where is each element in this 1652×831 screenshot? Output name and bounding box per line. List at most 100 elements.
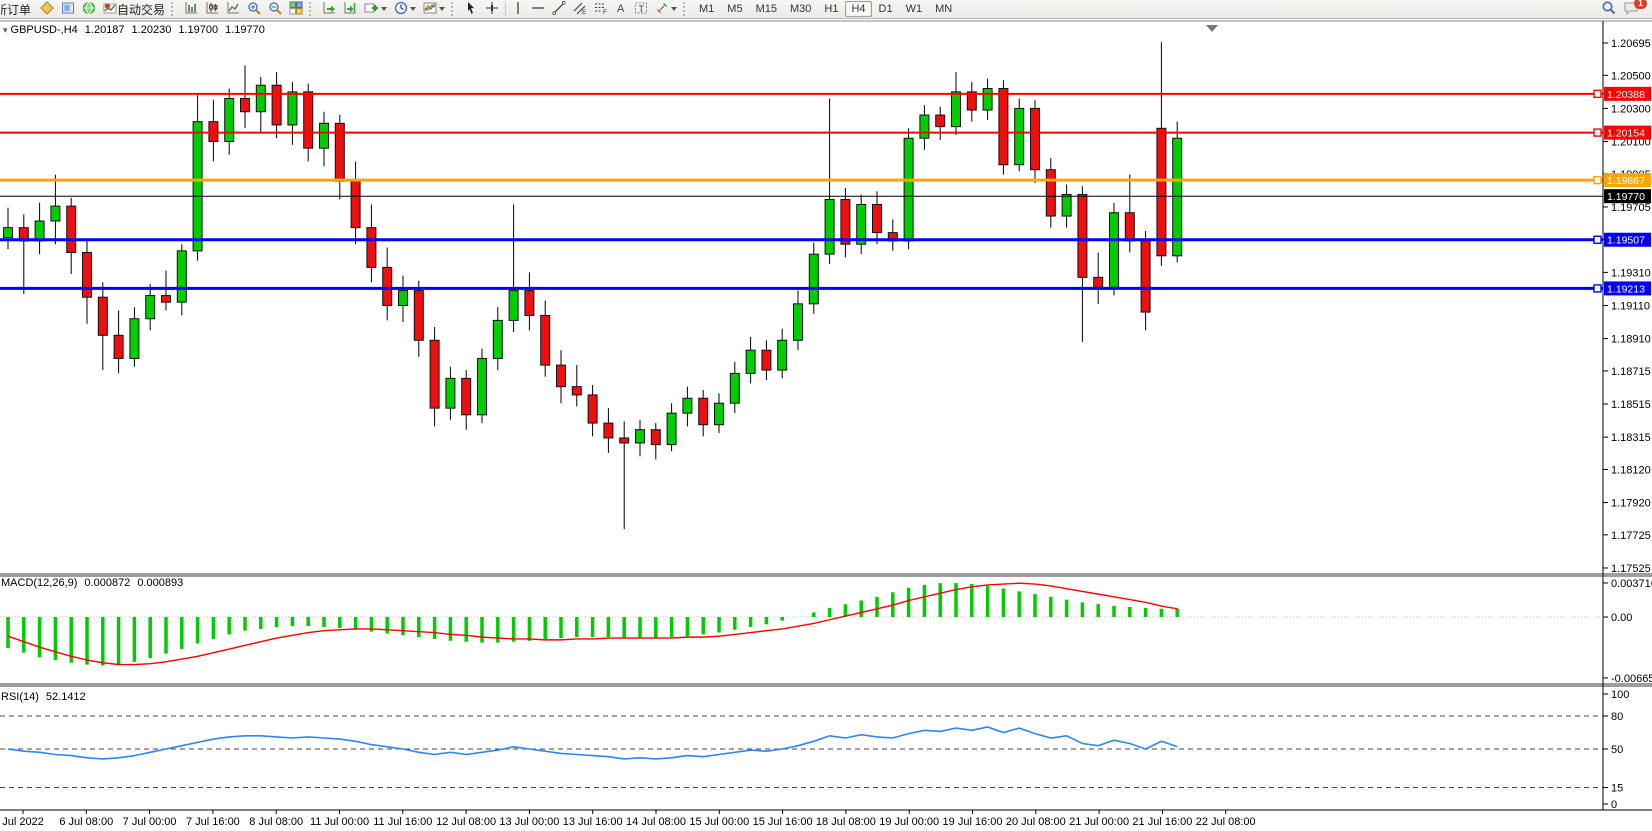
timeframe-m1-button[interactable]: M1	[693, 1, 720, 17]
toolbar-grip	[171, 2, 178, 16]
level-line-handle	[1594, 177, 1601, 184]
bull-candle	[683, 398, 692, 413]
metaeditor-button[interactable]	[37, 1, 57, 17]
indicators-button[interactable]	[420, 1, 448, 17]
candlesticks	[4, 42, 1182, 529]
ohlc-open: 1.20187	[85, 24, 125, 36]
svg-text:21 Jul 16:00: 21 Jul 16:00	[1132, 816, 1192, 828]
strategy-tester-button[interactable]	[79, 1, 99, 17]
rsi-line	[8, 727, 1177, 759]
vertical-line-button[interactable]	[509, 1, 527, 17]
new-chart-icon	[364, 1, 379, 18]
arrows-button[interactable]	[652, 1, 680, 17]
bear-candle	[367, 228, 376, 268]
new-chart-button[interactable]	[361, 1, 390, 17]
timeframe-m5-button[interactable]: M5	[721, 1, 748, 17]
bull-candle	[794, 304, 803, 340]
bull-candle	[1173, 138, 1182, 256]
date-axis[interactable]: Jul 20226 Jul 08:007 Jul 00:007 Jul 16:0…	[0, 810, 1652, 828]
timeframe-h1-button[interactable]: H1	[818, 1, 844, 17]
bear-candle	[414, 291, 423, 341]
rsi-indicator-label: RSI(14)52.1412	[1, 691, 86, 703]
chart-line-button[interactable]	[223, 1, 243, 17]
chart-shift-button[interactable]	[340, 1, 360, 17]
svg-text:1.18910: 1.18910	[1611, 334, 1651, 346]
macd-main-value: 0.000872	[84, 577, 130, 589]
chart-canvas[interactable]: 1.206951.205001.203001.201001.199051.197…	[0, 18, 1652, 831]
bull-candle	[320, 123, 329, 148]
zoom-out-button[interactable]	[265, 1, 285, 17]
chart-bars-button[interactable]	[181, 1, 201, 17]
bear-candle	[304, 92, 313, 148]
timeframe-m15-button[interactable]: M15	[750, 1, 783, 17]
bull-candle	[715, 403, 724, 425]
horizontal-level-lines[interactable]	[0, 90, 1603, 292]
vertical-line-icon	[512, 1, 524, 18]
bear-candle	[1046, 170, 1055, 216]
timeframe-mn-button[interactable]: MN	[929, 1, 958, 17]
timeframe-m30-button[interactable]: M30	[784, 1, 817, 17]
svg-text:1.19310: 1.19310	[1611, 267, 1651, 279]
text-label-button[interactable]: T	[631, 1, 651, 17]
level-line-handle	[1594, 285, 1601, 292]
bear-candle	[604, 423, 613, 438]
timeframe-h4-button[interactable]: H4	[845, 1, 871, 17]
bear-candle	[351, 181, 360, 227]
svg-text:-0.006657: -0.006657	[1611, 673, 1652, 685]
bull-candle	[493, 320, 502, 358]
bear-candle	[699, 398, 708, 424]
auto-scroll-button[interactable]	[319, 1, 339, 17]
svg-text:1.17920: 1.17920	[1611, 498, 1651, 510]
new-order-button[interactable]: 新订单	[0, 1, 36, 17]
svg-text:50: 50	[1611, 744, 1623, 756]
bull-candle	[51, 206, 60, 221]
svg-text:19 Jul 16:00: 19 Jul 16:00	[943, 816, 1003, 828]
channel-button[interactable]: E	[570, 1, 590, 17]
svg-text:1.18315: 1.18315	[1611, 432, 1651, 444]
level-line-handle	[1594, 90, 1601, 97]
bear-candle	[525, 291, 534, 316]
bull-candle	[193, 122, 202, 251]
bear-candle	[462, 378, 471, 414]
search-icon	[1601, 0, 1616, 18]
chart-shift-marker[interactable]	[1206, 25, 1218, 32]
bull-candle	[1110, 213, 1119, 288]
market-watch-button[interactable]	[58, 1, 78, 17]
clock-icon	[394, 1, 408, 18]
rsi-name: RSI(14)	[1, 691, 39, 703]
timeframe-d1-button[interactable]: D1	[873, 1, 899, 17]
bear-candle	[272, 85, 281, 125]
toolbar-separator	[505, 2, 506, 16]
zoom-in-button[interactable]	[244, 1, 264, 17]
search-button[interactable]	[1598, 1, 1619, 17]
bear-candle	[1031, 108, 1040, 169]
trendline-button[interactable]	[549, 1, 569, 17]
tile-windows-button[interactable]	[286, 1, 306, 17]
svg-text:1.20695: 1.20695	[1611, 38, 1651, 50]
notifications-button[interactable]: 1	[1620, 1, 1642, 17]
bull-candle	[746, 350, 755, 373]
svg-text:12 Jul 08:00: 12 Jul 08:00	[436, 816, 496, 828]
bear-candle	[1078, 195, 1087, 278]
bear-candle	[651, 430, 660, 445]
autotrading-button[interactable]: 自动交易	[100, 1, 168, 17]
line-chart-icon	[226, 1, 240, 18]
autotrading-icon	[103, 1, 117, 18]
chart-candles-button[interactable]	[202, 1, 222, 17]
text-icon: A	[615, 1, 627, 18]
svg-text:18 Jul 08:00: 18 Jul 08:00	[816, 816, 876, 828]
text-label-icon: T	[634, 1, 648, 18]
horizontal-line-button[interactable]	[528, 1, 548, 17]
crosshair-button[interactable]	[482, 1, 502, 17]
text-button[interactable]: A	[612, 1, 630, 17]
fibonacci-button[interactable]: F	[591, 1, 611, 17]
svg-text:13 Jul 00:00: 13 Jul 00:00	[499, 816, 559, 828]
bear-candle	[67, 206, 76, 252]
cursor-button[interactable]	[461, 1, 481, 17]
price-axis-ticks[interactable]: 1.206951.205001.203001.201001.199051.197…	[1603, 38, 1651, 575]
bull-candle	[952, 92, 961, 127]
periods-button[interactable]	[391, 1, 419, 17]
timeframe-w1-button[interactable]: W1	[900, 1, 929, 17]
svg-text:11 Jul 00:00: 11 Jul 00:00	[310, 816, 369, 828]
oneclick-arrow-icon[interactable]: ▾	[3, 25, 8, 35]
